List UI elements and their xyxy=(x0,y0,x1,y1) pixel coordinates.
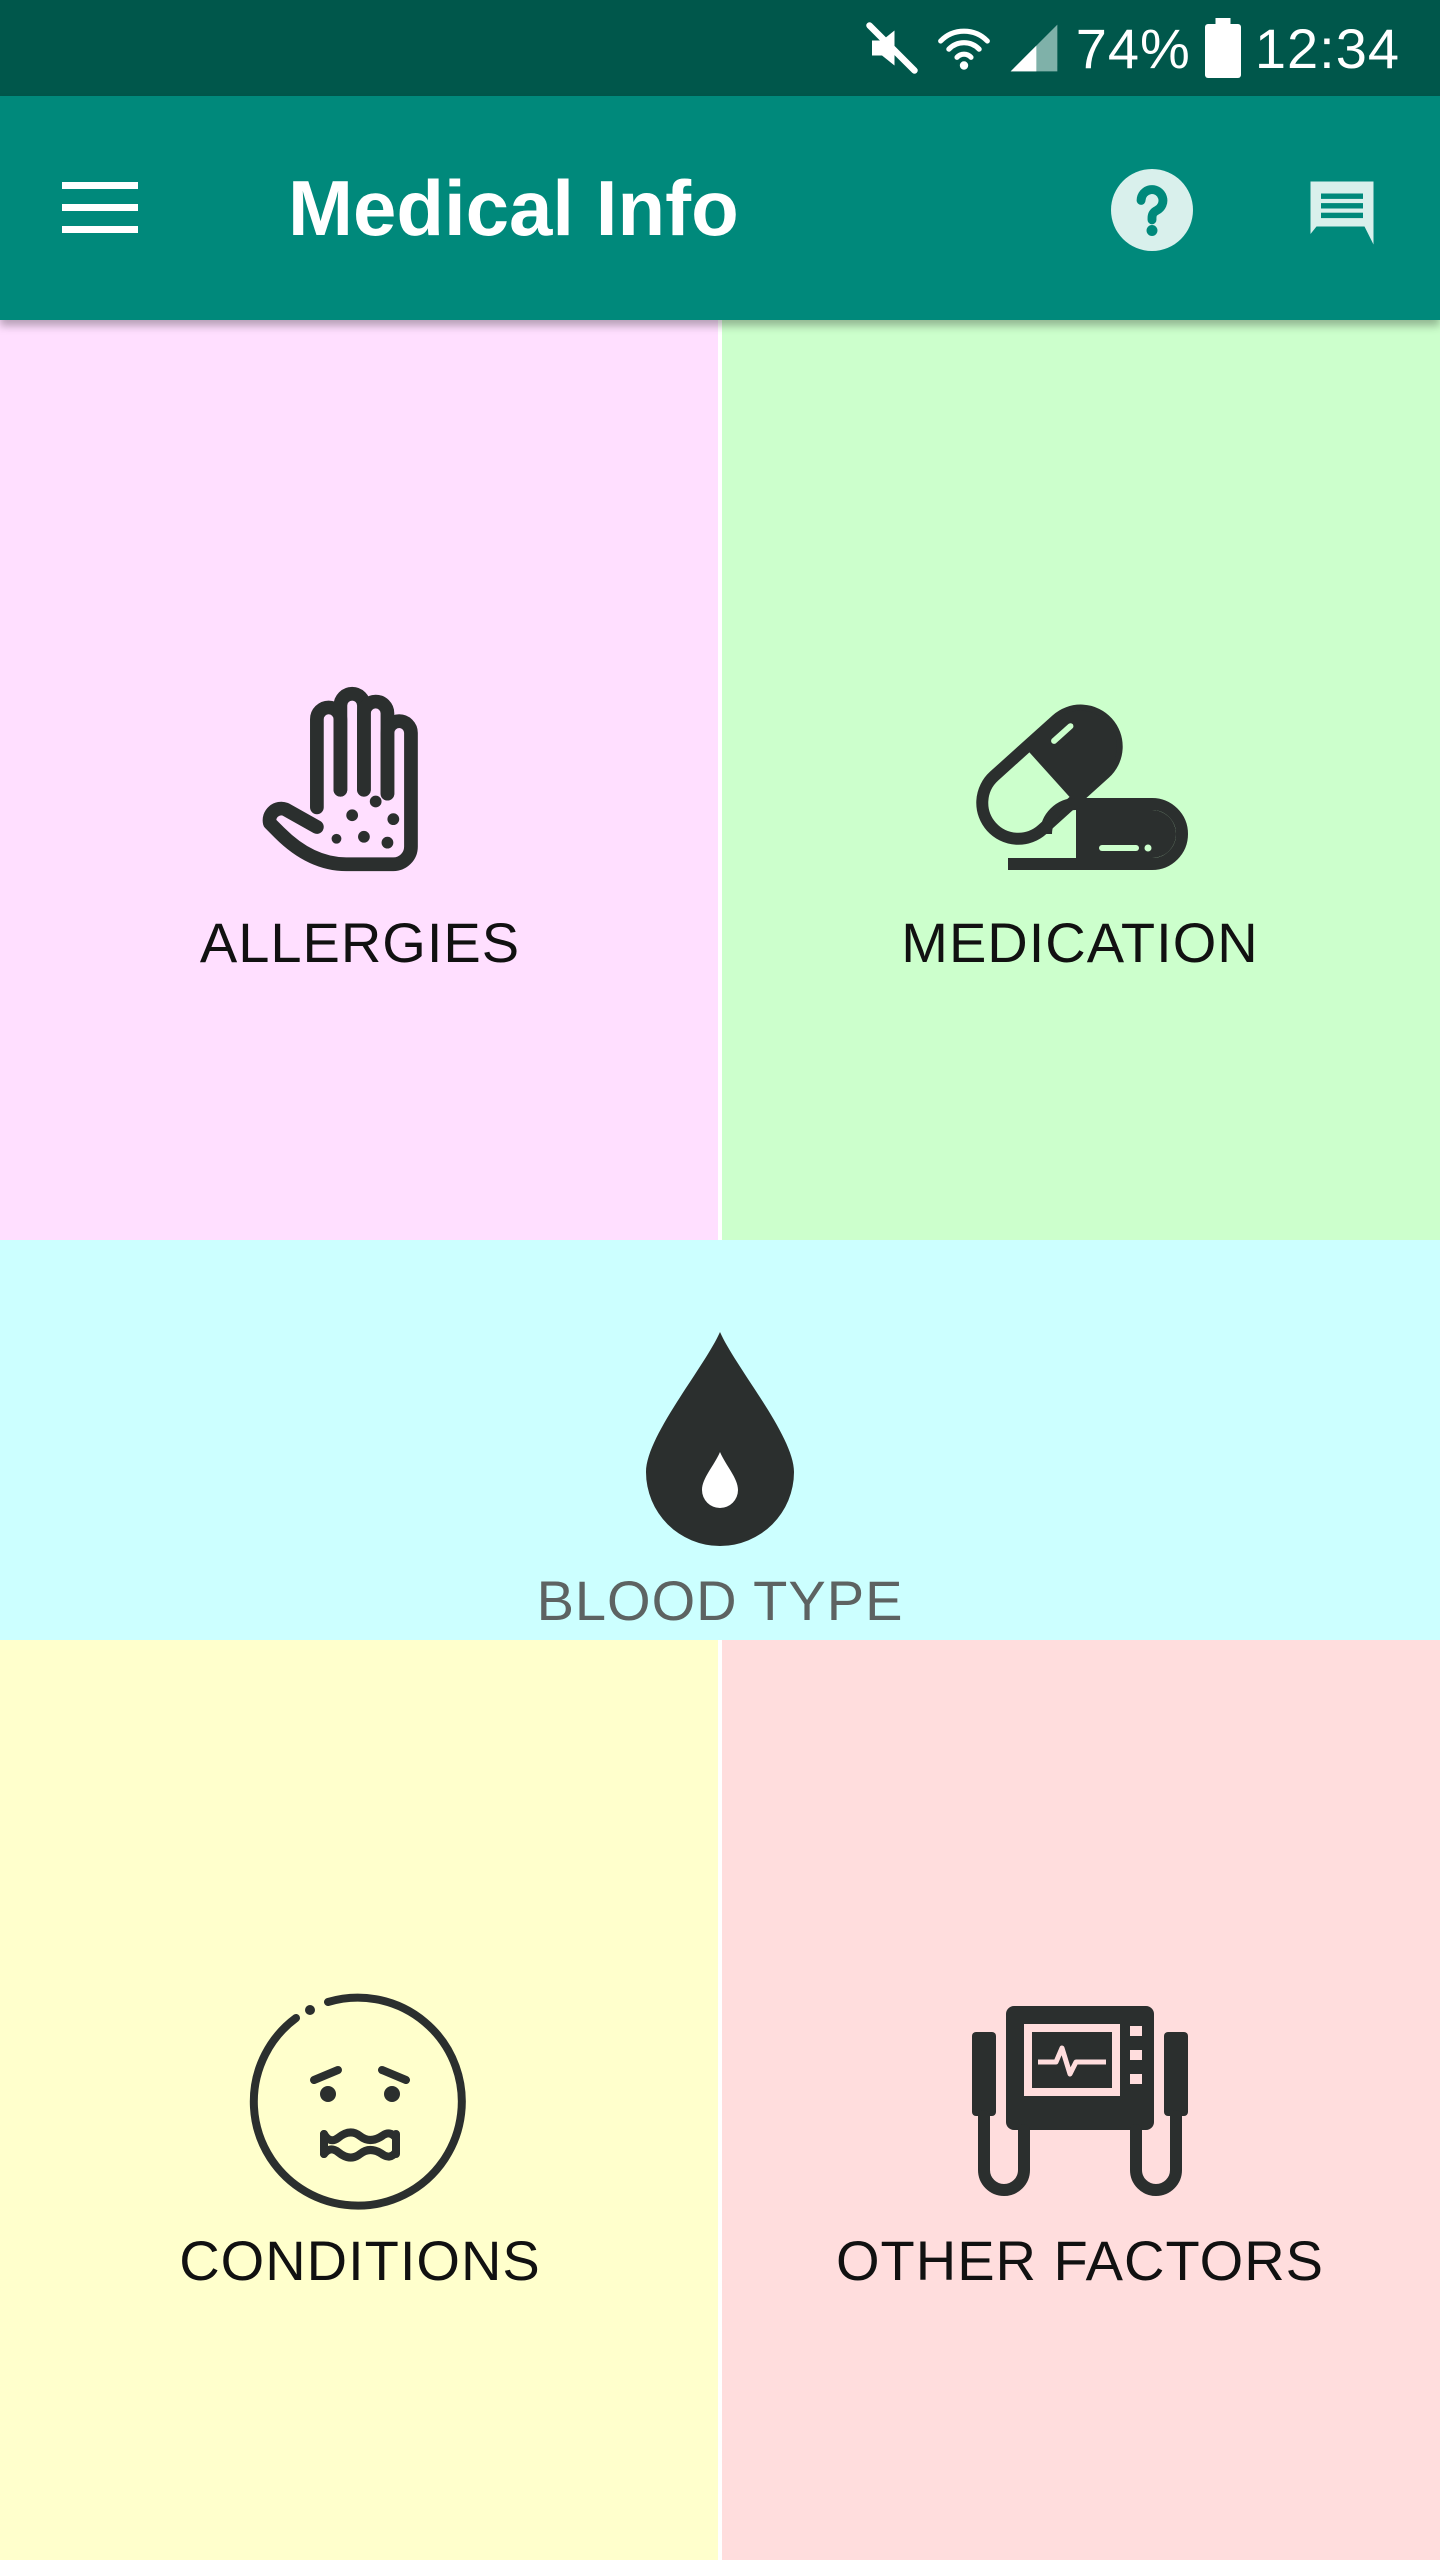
sick-face-icon xyxy=(249,1993,466,2210)
chat-icon xyxy=(1310,181,1374,245)
app-bar: Medical Info xyxy=(0,96,1440,320)
battery-percent: 74% xyxy=(1075,16,1191,80)
page-title: Medical Info xyxy=(288,164,739,252)
wifi-icon xyxy=(936,20,992,76)
tile-blood-type[interactable]: BLOOD TYPE xyxy=(0,1240,1440,1640)
signal-icon xyxy=(1006,20,1062,76)
mute-icon xyxy=(862,18,922,78)
tile-label-blood-type: BLOOD TYPE xyxy=(536,1569,904,1632)
tile-medication[interactable]: MEDICATION xyxy=(720,320,1440,1240)
tile-label-medication: MEDICATION xyxy=(901,911,1259,974)
defibrillator-icon xyxy=(972,2006,1188,2196)
tile-divider-top xyxy=(718,320,722,1240)
tile-other-factors[interactable]: OTHER FACTORS xyxy=(720,1640,1440,2560)
tile-label-other-factors: OTHER FACTORS xyxy=(835,2229,1324,2292)
help-icon xyxy=(1111,169,1193,251)
hamburger-menu-icon xyxy=(62,182,138,233)
battery-icon xyxy=(1204,18,1241,78)
tile-allergies[interactable]: ALLERGIES xyxy=(0,320,720,1240)
status-bar: 74% 12:34 xyxy=(0,0,1440,96)
menu-button[interactable] xyxy=(50,158,150,258)
chat-button[interactable] xyxy=(1290,158,1394,262)
status-icons: 74% 12:34 xyxy=(862,0,1400,96)
clock: 12:34 xyxy=(1254,16,1400,80)
tile-label-allergies: ALLERGIES xyxy=(199,911,521,974)
tile-divider-bottom xyxy=(718,1640,722,2560)
pills-icon xyxy=(976,704,1188,870)
hand-rash-icon xyxy=(262,686,418,872)
help-button[interactable] xyxy=(1100,158,1204,262)
tile-conditions[interactable]: CONDITIONS xyxy=(0,1640,720,2560)
tile-label-conditions: CONDITIONS xyxy=(179,2229,541,2292)
blood-drop-icon xyxy=(646,1332,794,1546)
